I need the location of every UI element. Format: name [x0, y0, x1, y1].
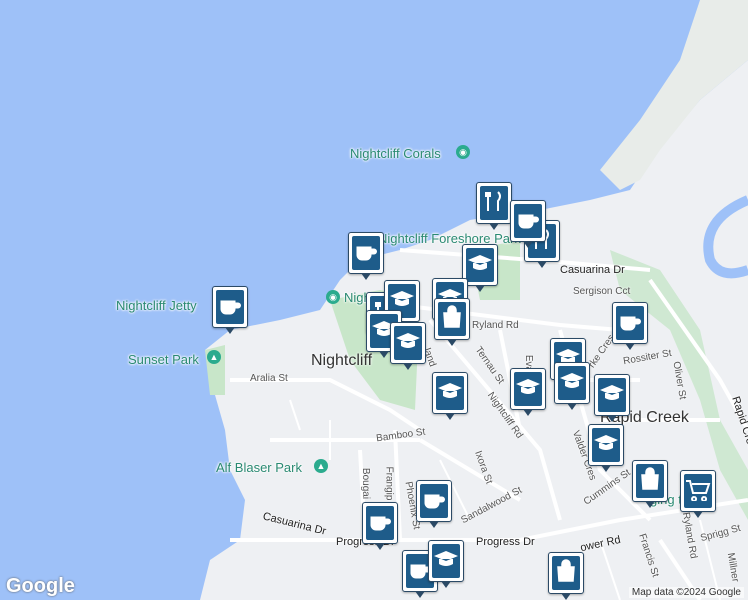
cafe-pin[interactable]	[612, 302, 648, 350]
coffee-cup-icon	[370, 516, 391, 531]
graduation-cap-icon	[560, 373, 584, 388]
school-pin[interactable]	[594, 374, 630, 422]
fork-knife-icon	[485, 191, 501, 211]
shop-pin[interactable]	[434, 298, 470, 346]
coffee-cup-icon	[518, 214, 539, 229]
label-casuarina-dr-top: Casuarina Dr	[560, 264, 625, 276]
graduation-cap-icon	[468, 255, 492, 270]
shopping-bag-icon	[641, 467, 659, 490]
school-pin[interactable]	[510, 368, 546, 416]
shop-pin[interactable]	[632, 460, 668, 508]
graduation-cap-icon	[600, 385, 624, 400]
graduation-cap-icon	[594, 435, 618, 450]
label-bougainvillea: Bougai	[360, 467, 372, 500]
cafe-pin[interactable]	[510, 200, 546, 248]
coffee-cup-icon	[620, 316, 641, 331]
label-alf-blaser-park[interactable]: Alf Blaser Park	[216, 460, 302, 475]
cafe-pin[interactable]	[416, 480, 452, 528]
graduation-cap-icon	[396, 333, 420, 348]
map-credit[interactable]: Map data ©2024 Google	[628, 587, 744, 598]
label-ryland-rd: Ryland Rd	[472, 320, 519, 331]
graduation-cap-icon	[438, 383, 462, 398]
camera-icon[interactable]: ◉	[326, 290, 340, 304]
cafe-pin[interactable]	[212, 286, 248, 334]
shop-pin[interactable]	[548, 552, 584, 600]
cafe-pin[interactable]	[348, 232, 384, 280]
cafe-pin[interactable]	[362, 502, 398, 550]
school-pin[interactable]	[390, 322, 426, 370]
google-logo: Google	[6, 575, 75, 597]
shopping-cart-icon	[686, 480, 711, 501]
restaurant-pin[interactable]	[476, 182, 512, 230]
label-aralia-st: Aralia St	[250, 373, 288, 384]
coffee-cup-icon	[220, 300, 241, 315]
graduation-cap-icon	[516, 379, 540, 394]
label-suburb-nightcliff[interactable]: Nightcliff	[311, 352, 372, 370]
shopping-bag-icon	[443, 305, 461, 328]
label-nightcliff-foreshore-park[interactable]: Nightcliff Foreshore Park	[378, 231, 521, 246]
school-pin[interactable]	[432, 372, 468, 420]
tree-icon[interactable]: ▲	[314, 459, 328, 473]
label-sunset-park[interactable]: Sunset Park	[128, 352, 199, 367]
label-nightcliff-jetty[interactable]: Nightcliff Jetty	[116, 298, 197, 313]
school-pin[interactable]	[428, 540, 464, 588]
tree-icon[interactable]: ▲	[207, 350, 221, 364]
school-pin[interactable]	[588, 424, 624, 472]
camera-icon[interactable]: ◉	[456, 145, 470, 159]
graduation-cap-icon	[434, 551, 458, 566]
shopping-bag-icon	[557, 559, 575, 582]
label-progress-dr-mid: Progress Dr	[476, 536, 535, 548]
school-pin[interactable]	[554, 362, 590, 410]
graduation-cap-icon	[390, 291, 414, 306]
coffee-cup-icon	[424, 494, 445, 509]
label-sergison-cct: Sergison Cct	[573, 286, 631, 297]
label-nightcliff-corals[interactable]: Nightcliff Corals	[350, 146, 441, 161]
label-frangipani: Frangip	[383, 466, 395, 501]
supermarket-pin[interactable]	[680, 470, 716, 518]
coffee-cup-icon	[356, 246, 377, 261]
